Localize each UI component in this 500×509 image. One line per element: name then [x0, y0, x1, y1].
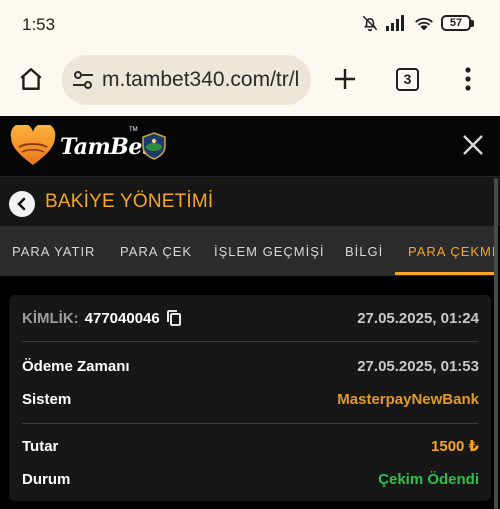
logo-tm: TM [129, 127, 138, 133]
address-bar[interactable]: m.tambet340.com/tr/l [62, 55, 311, 105]
transaction-id-row: KİMLİK: 477040046 27.05.2025, 01:24 [22, 309, 479, 327]
home-button[interactable] [16, 64, 46, 94]
tune-icon[interactable] [72, 70, 94, 90]
tab-withdraw[interactable]: PARA ÇEK [120, 244, 192, 259]
back-button[interactable] [9, 191, 35, 217]
system-label: Sistem [22, 390, 72, 408]
tab-deposit[interactable]: PARA YATIR [12, 244, 95, 259]
transaction-id-value: 477040046 [84, 309, 160, 327]
divider [22, 341, 478, 342]
plus-icon [335, 69, 355, 89]
tab-transaction-history[interactable]: İŞLEM GEÇMİŞİ [214, 244, 325, 259]
site-header: TamBet TM [0, 116, 500, 176]
status-icons: 57 [361, 14, 474, 32]
tab-info[interactable]: BİLGİ [345, 244, 383, 259]
home-icon [20, 68, 42, 90]
heart-logo-icon [10, 125, 56, 165]
battery-level: 57 [441, 15, 471, 31]
more-vert-icon [465, 67, 471, 91]
page-title-bar: BAKİYE YÖNETİMİ [0, 176, 500, 226]
payment-time-row: Ödeme Zamanı 27.05.2025, 01:53 [22, 357, 479, 375]
amount-value: 1500 ₺ [431, 438, 479, 455]
new-tab-button[interactable] [330, 64, 360, 94]
logo-text: TamBet [60, 134, 152, 160]
wifi-icon [415, 17, 433, 31]
amount-label: Tutar [22, 437, 59, 455]
system-value: MasterpayNewBank [337, 390, 479, 408]
tab-bar: PARA YATIR PARA ÇEK İŞLEM GEÇMİŞİ BİLGİ … [0, 226, 494, 276]
status-time: 1:53 [22, 15, 56, 34]
close-icon[interactable] [462, 134, 484, 156]
shield-badge-icon [142, 132, 166, 160]
url-text: m.tambet340.com/tr/l [102, 68, 300, 91]
payment-time-value: 27.05.2025, 01:53 [357, 357, 479, 375]
site-logo[interactable]: TamBet TM [10, 125, 170, 167]
transaction-id-label: KİMLİK: [22, 309, 79, 327]
browser-menu-button[interactable] [458, 64, 478, 94]
status-badge: Çekim Ödendi [378, 470, 479, 488]
chevron-left-icon [17, 197, 26, 211]
payment-time-label: Ödeme Zamanı [22, 357, 130, 375]
scrollbar[interactable] [494, 178, 498, 509]
divider [22, 423, 478, 424]
browser-toolbar: m.tambet340.com/tr/l 3 [0, 50, 500, 116]
main-content: KİMLİK: 477040046 27.05.2025, 01:24 Ödem… [0, 276, 494, 509]
transaction-created-at: 27.05.2025, 01:24 [357, 309, 479, 327]
copy-icon[interactable] [166, 309, 182, 327]
page-title: BAKİYE YÖNETİMİ [45, 191, 214, 212]
active-tab-indicator [395, 272, 494, 275]
system-row: Sistem MasterpayNewBank [22, 390, 479, 408]
tab-withdrawals[interactable]: PARA ÇEKME [408, 244, 494, 259]
transaction-card: KİMLİK: 477040046 27.05.2025, 01:24 Ödem… [9, 295, 491, 501]
bell-off-icon [362, 15, 378, 32]
amount-row: Tutar 1500 ₺ [22, 437, 479, 456]
battery-icon: 57 [441, 15, 474, 31]
signal-icon [386, 15, 404, 31]
status-bar: 1:53 57 [0, 0, 500, 50]
status-label: Durum [22, 470, 71, 488]
status-row: Durum Çekim Ödendi [22, 470, 479, 488]
tab-switcher-button[interactable]: 3 [396, 68, 419, 91]
